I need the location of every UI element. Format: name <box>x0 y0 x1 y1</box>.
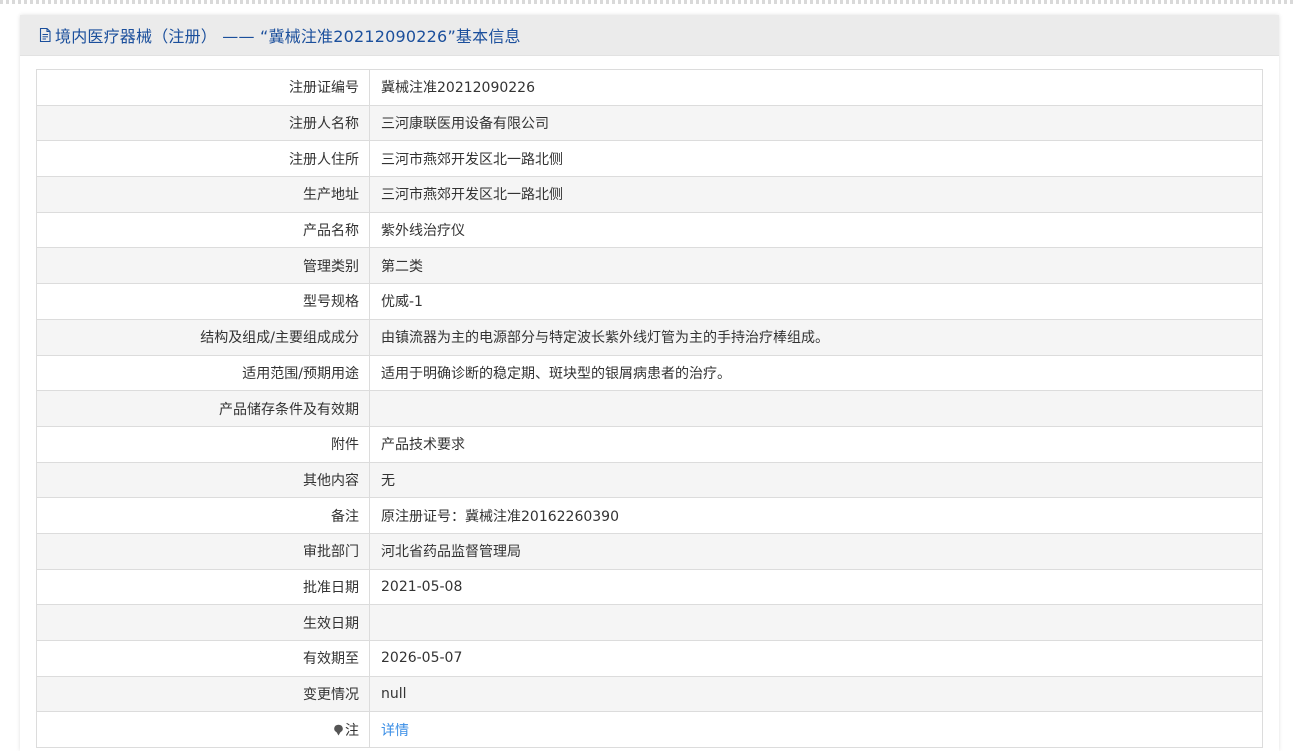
row-value: 产品技术要求 <box>369 425 1263 463</box>
row-label: 批准日期 <box>36 568 370 606</box>
document-icon <box>39 27 51 43</box>
table-row: 生效日期 <box>36 604 1263 641</box>
row-value: 2026-05-07 <box>369 640 1263 677</box>
row-label: 变更情况 <box>36 675 370 713</box>
note-value-cell: 详情 <box>369 711 1263 749</box>
table-row: 注册人住所 三河市燕郊开发区北一路北侧 <box>36 140 1263 178</box>
top-dashed-border <box>0 0 1294 4</box>
row-value: 三河市燕郊开发区北一路北侧 <box>369 176 1263 213</box>
row-value: 紫外线治疗仪 <box>369 211 1263 249</box>
pin-icon <box>334 724 343 736</box>
table-row: 注册证编号 冀械注准20212090226 <box>36 69 1263 106</box>
note-label: 注 <box>345 722 359 739</box>
table-row: 变更情况 null <box>36 675 1263 713</box>
row-value: 河北省药品监督管理局 <box>369 532 1263 570</box>
table-row: 产品储存条件及有效期 <box>36 390 1263 427</box>
table-row: 批准日期 2021-05-08 <box>36 568 1263 606</box>
row-value: 冀械注准20212090226 <box>369 69 1263 106</box>
table-row: 型号规格 优威-1 <box>36 283 1263 320</box>
row-label: 注册人名称 <box>36 104 370 142</box>
row-label: 附件 <box>36 425 370 463</box>
table-row: 审批部门 河北省药品监督管理局 <box>36 532 1263 570</box>
row-label: 生效日期 <box>36 604 370 641</box>
row-label: 产品名称 <box>36 211 370 249</box>
table-row: 结构及组成/主要组成成分 由镇流器为主的电源部分与特定波长紫外线灯管为主的手持治… <box>36 318 1263 356</box>
row-label: 适用范围/预期用途 <box>36 354 370 392</box>
row-label: 产品储存条件及有效期 <box>36 390 370 427</box>
row-value: 原注册证号：冀械注准20162260390 <box>369 497 1263 534</box>
table-row: 备注 原注册证号：冀械注准20162260390 <box>36 497 1263 534</box>
row-label: 其他内容 <box>36 461 370 499</box>
row-value: 无 <box>369 461 1263 499</box>
row-label: 结构及组成/主要组成成分 <box>36 318 370 356</box>
row-value: 第二类 <box>369 247 1263 285</box>
row-value: 适用于明确诊断的稳定期、斑块型的银屑病患者的治疗。 <box>369 354 1263 392</box>
row-label: 生产地址 <box>36 176 370 213</box>
row-value: 三河康联医用设备有限公司 <box>369 104 1263 142</box>
row-label: 审批部门 <box>36 532 370 570</box>
details-link[interactable]: 详情 <box>381 723 409 739</box>
row-value: 由镇流器为主的电源部分与特定波长紫外线灯管为主的手持治疗棒组成。 <box>369 318 1263 356</box>
registration-info-table: 注册证编号 冀械注准20212090226 注册人名称 三河康联医用设备有限公司… <box>36 69 1263 749</box>
row-label: 备注 <box>36 497 370 534</box>
row-label: 注册证编号 <box>36 69 370 106</box>
table-row: 注册人名称 三河康联医用设备有限公司 <box>36 104 1263 142</box>
table-row: 附件 产品技术要求 <box>36 425 1263 463</box>
table-row: 产品名称 紫外线治疗仪 <box>36 211 1263 249</box>
row-label: 型号规格 <box>36 283 370 320</box>
info-panel: 境内医疗器械（注册） —— “冀械注准20212090226”基本信息 注册证编… <box>20 15 1279 751</box>
row-label: 有效期至 <box>36 640 370 677</box>
row-label: 管理类别 <box>36 247 370 285</box>
note-label-cell: 注 <box>36 711 370 749</box>
note-row: 注 详情 <box>36 711 1263 749</box>
row-value: null <box>369 675 1263 713</box>
panel-header: 境内医疗器械（注册） —— “冀械注准20212090226”基本信息 <box>20 15 1279 56</box>
page-title: 境内医疗器械（注册） —— “冀械注准20212090226”基本信息 <box>55 27 521 46</box>
table-row: 有效期至 2026-05-07 <box>36 640 1263 677</box>
table-row: 其他内容 无 <box>36 461 1263 499</box>
table-row: 适用范围/预期用途 适用于明确诊断的稳定期、斑块型的银屑病患者的治疗。 <box>36 354 1263 392</box>
row-label: 注册人住所 <box>36 140 370 178</box>
row-value <box>369 604 1263 641</box>
table-row: 管理类别 第二类 <box>36 247 1263 285</box>
row-value: 三河市燕郊开发区北一路北侧 <box>369 140 1263 178</box>
row-value: 2021-05-08 <box>369 568 1263 606</box>
table-row: 生产地址 三河市燕郊开发区北一路北侧 <box>36 176 1263 213</box>
row-value: 优威-1 <box>369 283 1263 320</box>
row-value <box>369 390 1263 427</box>
